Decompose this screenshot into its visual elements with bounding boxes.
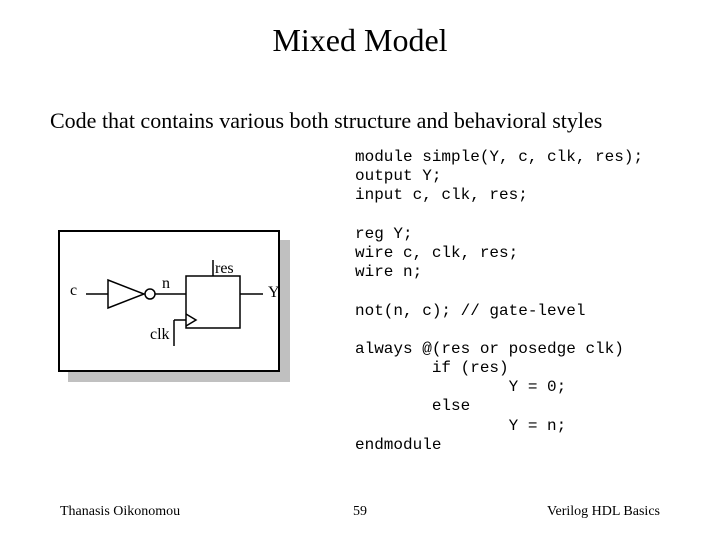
- schematic-diagram: res c n Y clk: [58, 230, 290, 382]
- footer-title: Verilog HDL Basics: [547, 504, 660, 520]
- slide: Mixed Model Code that contains various b…: [0, 0, 720, 540]
- label-res: res: [215, 260, 234, 278]
- label-c: c: [70, 282, 77, 300]
- label-n: n: [162, 275, 170, 293]
- verilog-code-block: module simple(Y, c, clk, res); output Y;…: [355, 148, 643, 455]
- slide-title: Mixed Model: [0, 22, 720, 59]
- slide-subtitle: Code that contains various both structur…: [50, 108, 602, 134]
- label-clk: clk: [150, 326, 170, 344]
- diagram-svg: [58, 230, 284, 376]
- label-Y: Y: [268, 284, 280, 302]
